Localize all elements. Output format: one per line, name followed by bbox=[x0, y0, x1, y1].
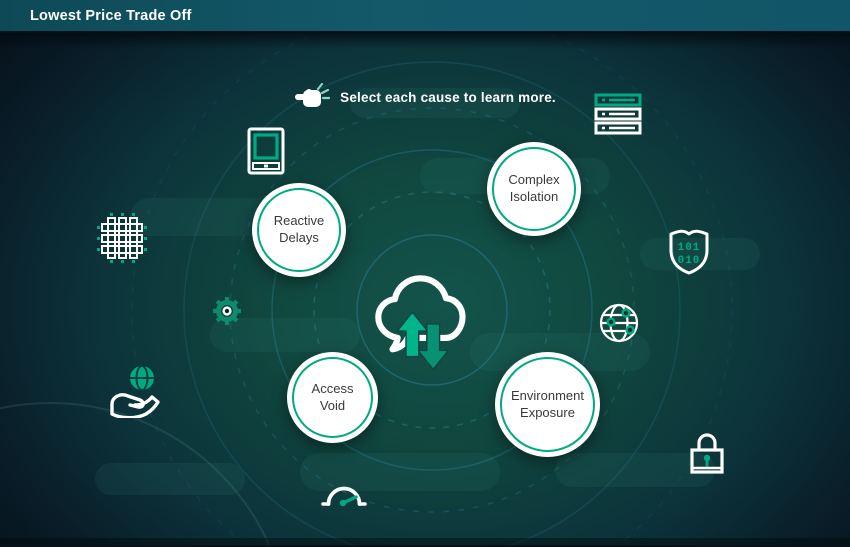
cause-label: Access Void bbox=[287, 381, 378, 415]
diagram-stage: Select each cause to learn more. Reactiv… bbox=[0, 33, 850, 545]
upload-arrow bbox=[399, 313, 426, 356]
gear-icon bbox=[211, 295, 243, 327]
network-globe-icon bbox=[596, 300, 642, 346]
gauge-icon bbox=[320, 471, 368, 509]
binary-line-2: 010 bbox=[678, 255, 701, 267]
cause-label: Reactive Delays bbox=[252, 213, 346, 247]
page-title: Lowest Price Trade Off bbox=[30, 8, 192, 24]
instruction-text: Select each cause to learn more. bbox=[340, 90, 556, 105]
top-shadow-overlay bbox=[0, 33, 850, 49]
cause-button-environment-exposure[interactable]: Environment Exposure bbox=[495, 352, 600, 457]
binary-line-1: 101 bbox=[678, 242, 701, 254]
cause-button-access-void[interactable]: Access Void bbox=[287, 352, 378, 443]
cause-button-reactive-delays[interactable]: Reactive Delays bbox=[252, 183, 346, 277]
title-bar: Lowest Price Trade Off bbox=[0, 0, 850, 33]
bottom-bar bbox=[0, 538, 850, 545]
cause-label: Environment Exposure bbox=[495, 388, 600, 422]
server-stack-icon bbox=[594, 93, 642, 135]
tablet-icon bbox=[247, 127, 285, 175]
instruction-row: Select each cause to learn more. bbox=[0, 83, 850, 111]
cloud-upload-download-icon bbox=[366, 266, 472, 372]
binary-shield-icon: 101 010 bbox=[667, 224, 711, 276]
globe-in-hand-icon bbox=[105, 364, 161, 418]
padlock-icon bbox=[687, 428, 727, 478]
cause-label: Complex Isolation bbox=[487, 172, 581, 206]
cause-button-complex-isolation[interactable]: Complex Isolation bbox=[487, 142, 581, 236]
click-hand-icon bbox=[294, 83, 330, 111]
weave-mesh-icon bbox=[95, 211, 149, 265]
